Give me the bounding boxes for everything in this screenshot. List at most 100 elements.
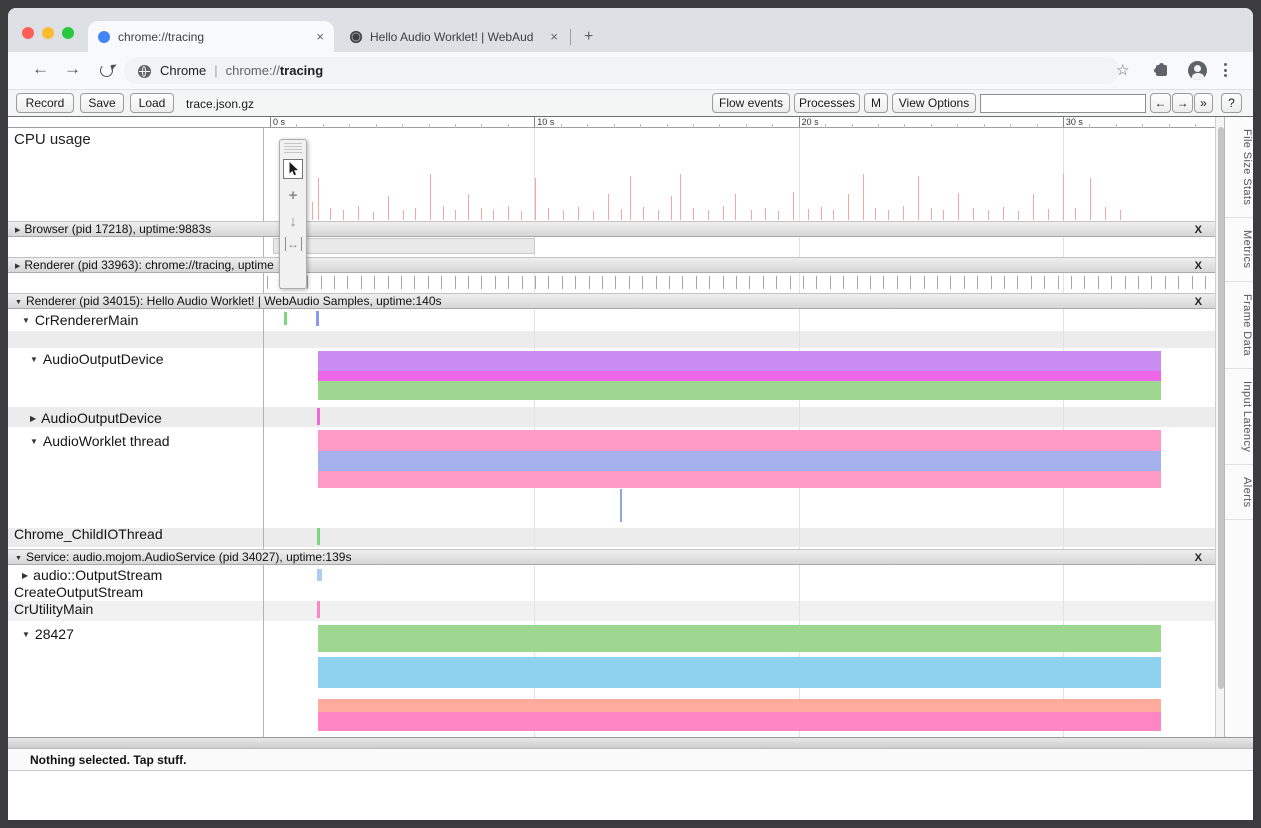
help-button[interactable]: ? [1221, 93, 1242, 113]
select-tool-button[interactable] [283, 159, 303, 179]
slice-tick [857, 276, 858, 289]
bookmark-star-icon[interactable]: ☆ [1116, 61, 1129, 79]
trace-slice[interactable] [318, 699, 1161, 712]
ruler-minor-tick [1037, 124, 1038, 128]
close-window-button[interactable] [22, 27, 34, 39]
search-input[interactable] [980, 94, 1146, 113]
ruler-minor-tick [931, 124, 932, 128]
trace-slice[interactable] [318, 471, 1161, 488]
palette-drag-handle[interactable] [284, 143, 302, 153]
process-header[interactable]: ▶Browser (pid 17218), uptime:9883sX [8, 221, 1215, 237]
tab-close-icon[interactable]: × [550, 29, 558, 44]
metadata-button[interactable]: M [864, 93, 888, 113]
timing-tool-button[interactable]: ↔ [285, 237, 302, 251]
thread-label[interactable]: ▶AudioOutputDevice [30, 410, 162, 426]
trace-event[interactable] [273, 238, 535, 254]
tab-frame-data[interactable]: Frame Data [1225, 282, 1253, 369]
ruler-minor-tick [481, 124, 482, 128]
minimize-window-button[interactable] [42, 27, 54, 39]
record-button[interactable]: Record [16, 93, 74, 113]
disclosure-triangle-icon[interactable]: ▶ [30, 414, 36, 423]
cpu-spike [388, 196, 389, 220]
pan-tool-button[interactable]: + [283, 185, 303, 205]
load-button[interactable]: Load [130, 93, 174, 113]
disclosure-triangle-icon[interactable]: ▼ [15, 299, 22, 306]
flow-events-button[interactable]: Flow events [712, 93, 790, 113]
thread-label-text: AudioOutputDevice [43, 351, 164, 367]
tab-metrics[interactable]: Metrics [1225, 218, 1253, 281]
scrollbar-thumb[interactable] [1218, 127, 1224, 689]
profile-avatar[interactable] [1188, 61, 1207, 80]
timeline-track-view[interactable]: ▶Browser (pid 17218), uptime:9883sX ▶Rend… [8, 117, 1215, 737]
cpu-spike [481, 208, 482, 220]
disclosure-triangle-icon[interactable]: ▼ [30, 437, 38, 446]
trace-slice[interactable] [318, 430, 1161, 451]
trace-event[interactable] [284, 312, 287, 325]
close-process-icon[interactable]: X [1195, 551, 1202, 565]
cpu-spike [1018, 211, 1019, 220]
trace-event[interactable] [620, 489, 622, 522]
trace-slice[interactable] [318, 625, 1161, 652]
tab-tracing[interactable]: chrome://tracing × [88, 21, 334, 52]
tab-webaudio[interactable]: Hello Audio Worklet! | WebAud × [340, 21, 568, 52]
thread-label[interactable]: ▼ AudioOutputDevice [30, 351, 164, 367]
thread-label[interactable]: ▼CrRendererMain [22, 312, 138, 328]
thread-label[interactable]: ▼ AudioWorklet thread [30, 433, 170, 449]
processes-button[interactable]: Processes [794, 93, 860, 113]
ruler-minor-tick [667, 124, 668, 128]
reload-icon[interactable] [100, 64, 113, 77]
trace-event[interactable] [317, 408, 320, 425]
tab-file-size-stats[interactable]: File Size Stats [1225, 117, 1253, 218]
close-process-icon[interactable]: X [1195, 223, 1202, 237]
find-next-button[interactable]: → [1172, 93, 1193, 113]
vertical-scrollbar[interactable] [1215, 117, 1224, 737]
thread-label-text: AudioWorklet thread [43, 433, 170, 449]
site-info-icon[interactable] [138, 65, 151, 78]
zoom-tool-button[interactable]: ↓ [283, 211, 303, 231]
disclosure-triangle-icon[interactable]: ▶ [15, 227, 20, 234]
tab-close-icon[interactable]: × [316, 29, 324, 44]
trace-event[interactable] [317, 528, 320, 545]
disclosure-triangle-icon[interactable]: ▼ [30, 355, 38, 364]
trace-slice[interactable] [318, 657, 1161, 688]
trace-event[interactable] [317, 601, 320, 618]
new-tab-button[interactable]: + [584, 28, 593, 46]
cpu-spike [833, 210, 834, 220]
view-options-button[interactable]: View Options [892, 93, 976, 113]
process-header[interactable]: ▼Renderer (pid 34015): Hello Audio Workl… [8, 293, 1215, 309]
zoom-window-button[interactable] [62, 27, 74, 39]
menu-kebab-icon[interactable] [1224, 63, 1227, 77]
trace-slice[interactable] [318, 381, 1161, 400]
disclosure-triangle-icon[interactable]: ▼ [22, 630, 30, 639]
extensions-icon[interactable] [1156, 65, 1167, 76]
save-button[interactable]: Save [80, 93, 124, 113]
disclosure-triangle-icon[interactable]: ▶ [15, 263, 20, 270]
back-icon[interactable]: ← [32, 59, 49, 79]
trace-slice[interactable] [318, 451, 1161, 471]
tab-input-latency[interactable]: Input Latency [1225, 369, 1253, 465]
trace-slice[interactable] [318, 712, 1161, 731]
tab-alerts[interactable]: Alerts [1225, 465, 1253, 521]
close-process-icon[interactable]: X [1195, 295, 1202, 309]
ruler-minor-tick [561, 124, 562, 128]
slice-tick [803, 276, 804, 289]
trace-slice[interactable] [318, 351, 1161, 371]
forward-icon[interactable]: → [64, 59, 81, 79]
analysis-drag-handle[interactable] [8, 737, 1253, 749]
disclosure-triangle-icon[interactable]: ▼ [22, 316, 30, 325]
process-header[interactable]: ▼Service: audio.mojom.AudioService (pid … [8, 549, 1215, 565]
process-header[interactable]: ▶Renderer (pid 33963): chrome://tracing,… [8, 257, 1215, 273]
trace-event[interactable] [316, 311, 319, 326]
thread-label[interactable]: ▼28427 [22, 626, 74, 642]
row-stripe [8, 331, 1215, 348]
trace-slice[interactable] [318, 371, 1161, 381]
disclosure-triangle-icon[interactable]: ▶ [22, 571, 28, 580]
cpu-spike [1090, 178, 1091, 220]
find-previous-button[interactable]: ← [1150, 93, 1171, 113]
ruler-minor-tick [1116, 124, 1117, 128]
overflow-button[interactable]: » [1194, 93, 1213, 113]
trace-event[interactable] [317, 569, 322, 581]
thread-label[interactable]: ▶audio::OutputStream [22, 567, 162, 583]
close-process-icon[interactable]: X [1195, 259, 1202, 273]
disclosure-triangle-icon[interactable]: ▼ [15, 555, 22, 562]
